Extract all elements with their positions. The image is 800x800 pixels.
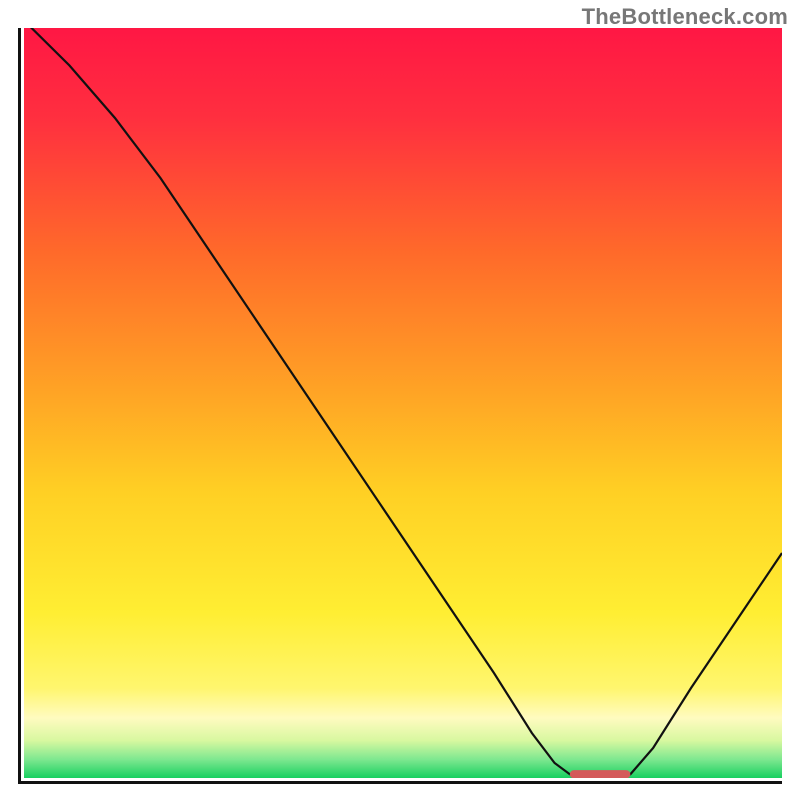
optimal-marker	[24, 28, 782, 778]
chart-container: TheBottleneck.com	[0, 0, 800, 800]
plot-area	[24, 28, 782, 778]
watermark-text: TheBottleneck.com	[582, 4, 788, 30]
plot-axes	[18, 28, 782, 784]
